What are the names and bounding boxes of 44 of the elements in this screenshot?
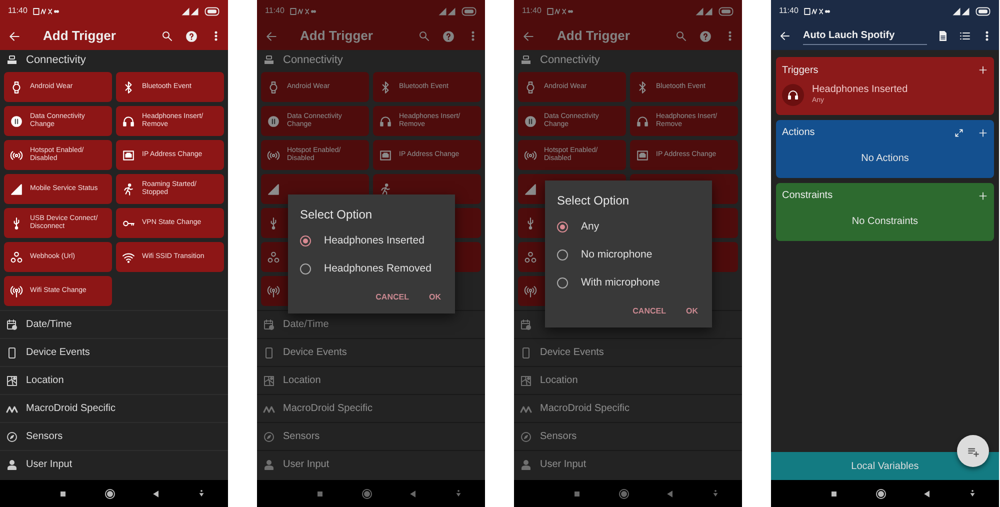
category-item[interactable]: Location	[0, 366, 228, 394]
radio-option[interactable]: No microphone	[557, 241, 700, 269]
category-item[interactable]: User Input	[0, 450, 228, 478]
screen-title: Add Trigger	[557, 27, 631, 46]
radio-option[interactable]: Any	[557, 213, 700, 241]
section-title: Connectivity	[540, 52, 600, 68]
empty-message: No Constraints	[850, 214, 920, 228]
radio-option[interactable]: With microphone	[557, 269, 700, 297]
empty-message: No Actions	[860, 152, 910, 166]
dialog-button[interactable]: CANCEL	[630, 303, 668, 319]
section-title: Triggers	[782, 64, 820, 78]
category-item[interactable]: Location	[514, 366, 742, 394]
section-title: Connectivity	[26, 52, 86, 68]
category-item[interactable]: Sensors	[0, 422, 228, 450]
category-item[interactable]: MacroDroid Specific	[0, 394, 228, 422]
category-item[interactable]: Device Events	[514, 338, 742, 366]
category-item[interactable]: MacroDroid Specific	[257, 394, 485, 422]
category-item[interactable]: Sensors	[514, 422, 742, 450]
status-time: 11:40	[8, 5, 28, 17]
section-title: Connectivity	[283, 52, 343, 68]
category-item[interactable]: Location	[257, 366, 485, 394]
category-item[interactable]: Date/Time	[0, 310, 228, 338]
screen-title: Add Trigger	[43, 27, 117, 46]
dialog-button[interactable]: OK	[427, 289, 443, 305]
radio-option[interactable]: Headphones Removed	[300, 255, 443, 283]
item-title: Headphones Inserted	[812, 84, 908, 96]
section-title: Actions	[782, 126, 816, 140]
dialog-button[interactable]: OK	[684, 303, 700, 319]
category-item[interactable]: Device Events	[257, 338, 485, 366]
category-item[interactable]: User Input	[514, 450, 742, 478]
status-time: 11:40	[522, 5, 542, 17]
screen-title: Add Trigger	[300, 27, 374, 46]
local-variables-bar[interactable]: Local Variables	[771, 452, 999, 480]
radio-option[interactable]: Headphones Inserted	[300, 227, 443, 255]
category-item[interactable]: Device Events	[0, 338, 228, 366]
dialog-title: Select Option	[557, 192, 630, 209]
section-title: Constraints	[782, 189, 834, 203]
category-item[interactable]: Sensors	[257, 422, 485, 450]
category-item[interactable]: User Input	[257, 450, 485, 478]
dialog-button[interactable]: CANCEL	[374, 289, 411, 305]
status-time: 11:40	[265, 5, 284, 17]
dialog-title: Select Option	[300, 206, 374, 223]
status-time: 11:40	[779, 5, 798, 17]
category-item[interactable]: MacroDroid Specific	[514, 394, 742, 422]
